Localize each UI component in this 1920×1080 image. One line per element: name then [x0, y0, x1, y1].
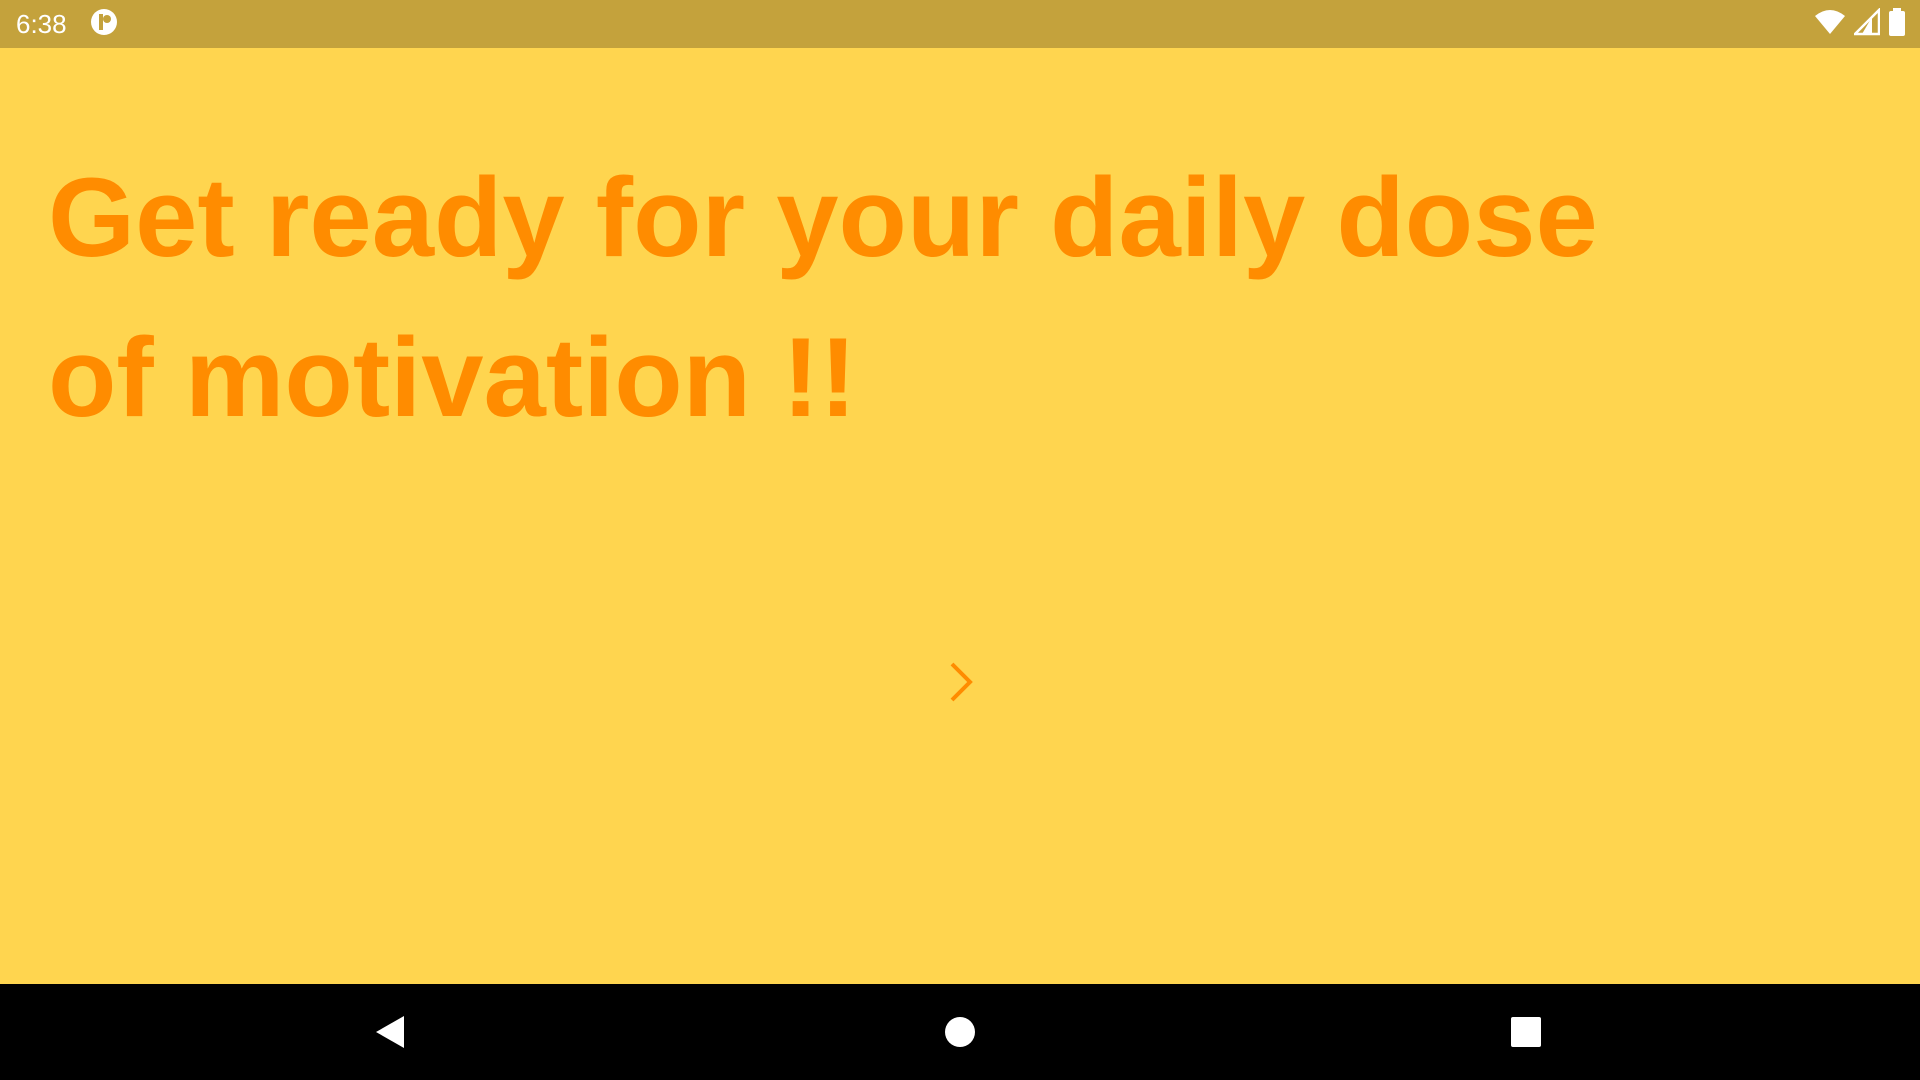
chevron-right-icon [950, 662, 973, 702]
app-notification-icon [89, 7, 119, 42]
home-icon [945, 1017, 975, 1047]
status-bar-right [1814, 6, 1906, 42]
cellular-signal-icon [1851, 6, 1881, 41]
navigation-bar [0, 984, 1920, 1080]
motivation-headline: Get ready for your daily dose of motivat… [48, 155, 1598, 440]
back-icon [376, 1016, 404, 1048]
home-button[interactable] [930, 1002, 990, 1062]
status-time: 6:38 [16, 8, 67, 39]
wifi-icon [1814, 8, 1846, 41]
battery-icon [1888, 7, 1906, 42]
back-button[interactable] [360, 1002, 420, 1062]
status-bar: 6:38 [0, 0, 1920, 48]
recents-icon [1511, 1017, 1541, 1047]
app-screen: 6:38 Get ready for your daily dose of mo… [0, 0, 1920, 1080]
status-bar-left: 6:38 [16, 7, 119, 42]
recents-button[interactable] [1496, 1002, 1556, 1062]
next-button[interactable] [936, 652, 984, 712]
main-content: Get ready for your daily dose of motivat… [0, 48, 1920, 984]
